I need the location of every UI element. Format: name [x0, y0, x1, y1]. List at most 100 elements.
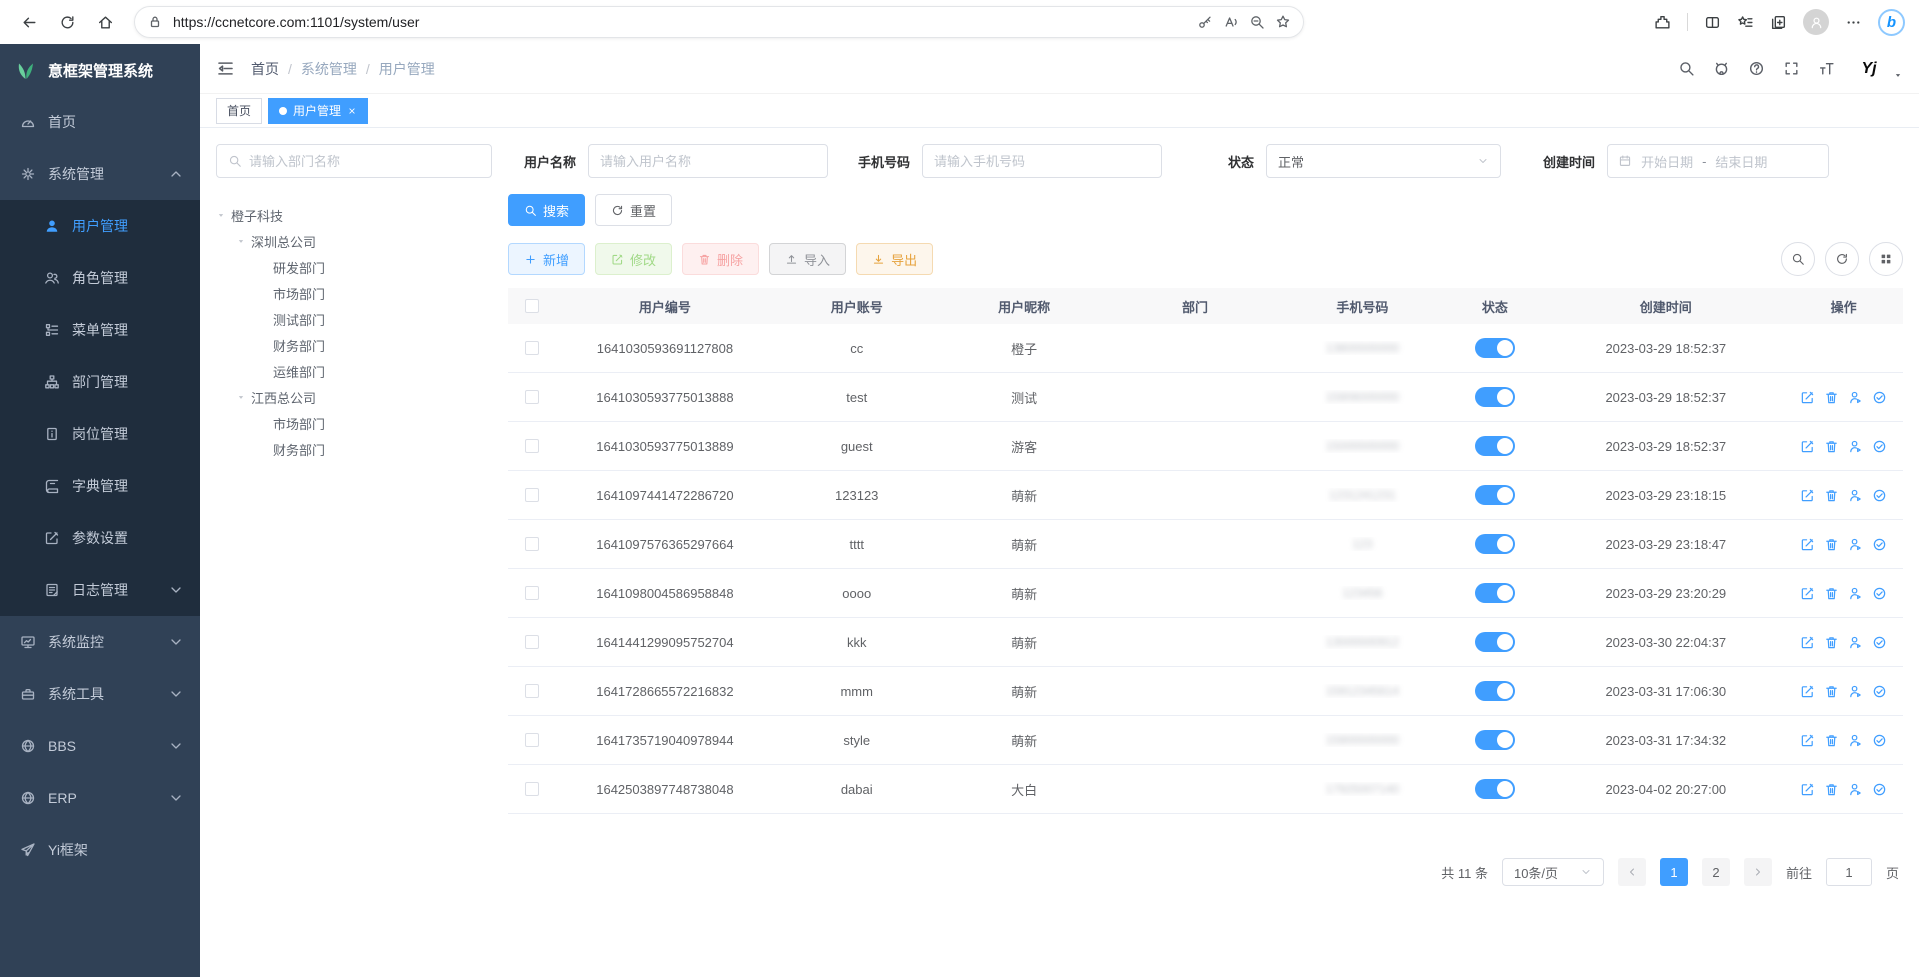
password-button[interactable] — [1197, 14, 1213, 30]
fullscreen-button[interactable] — [1783, 60, 1800, 77]
sidebar-item[interactable]: 首页 — [0, 96, 200, 148]
address-bar[interactable]: https://ccnetcore.com:1101/system/user — [134, 6, 1304, 38]
breadcrumb-item[interactable]: 用户管理 — [379, 59, 435, 79]
browser-menu-button[interactable] — [1845, 14, 1862, 31]
tree-expander-icon[interactable] — [216, 210, 226, 220]
sidebar-item[interactable]: 系统管理 — [0, 148, 200, 200]
tree-expander-icon[interactable] — [236, 392, 246, 402]
goto-page-input[interactable] — [1826, 858, 1872, 886]
row-checkbox[interactable] — [525, 782, 539, 796]
header-search-button[interactable] — [1678, 60, 1695, 77]
delete-row-button[interactable] — [1824, 488, 1839, 503]
breadcrumb-item[interactable]: 系统管理 — [301, 59, 357, 79]
select-all-checkbox[interactable] — [525, 299, 539, 313]
username-input[interactable] — [600, 154, 816, 169]
delete-row-button[interactable] — [1824, 439, 1839, 454]
edit-row-button[interactable] — [1800, 733, 1815, 748]
delete-row-button[interactable] — [1824, 537, 1839, 552]
row-checkbox[interactable] — [525, 488, 539, 502]
reset-button[interactable]: 重置 — [595, 194, 672, 226]
sidebar-item[interactable]: 参数设置 — [0, 512, 200, 564]
tree-node[interactable]: 财务部门 — [216, 436, 492, 462]
delete-row-button[interactable] — [1824, 782, 1839, 797]
status-toggle[interactable] — [1475, 387, 1515, 407]
status-select[interactable]: 正常 — [1266, 144, 1501, 178]
sidebar-item[interactable]: Yi框架 — [0, 824, 200, 876]
assign-role-button[interactable] — [1872, 439, 1887, 454]
assign-role-button[interactable] — [1872, 586, 1887, 601]
dept-search-input[interactable] — [249, 154, 480, 169]
tree-node[interactable]: 江西总公司 — [216, 384, 492, 410]
status-toggle[interactable] — [1475, 485, 1515, 505]
browser-back-button[interactable] — [14, 7, 44, 37]
row-checkbox[interactable] — [525, 733, 539, 747]
collections-button[interactable] — [1770, 14, 1787, 31]
assign-role-button[interactable] — [1872, 537, 1887, 552]
add-favorite-button[interactable] — [1275, 14, 1291, 30]
edit-row-button[interactable] — [1800, 439, 1815, 454]
row-checkbox[interactable] — [525, 635, 539, 649]
reset-password-button[interactable] — [1848, 390, 1863, 405]
edit-row-button[interactable] — [1800, 586, 1815, 601]
page-size-select[interactable]: 10条/页 — [1502, 858, 1604, 886]
edit-row-button[interactable] — [1800, 684, 1815, 699]
tree-expander-icon[interactable] — [236, 236, 246, 246]
sidebar-item[interactable]: BBS — [0, 720, 200, 772]
user-avatar[interactable]: Yj — [1853, 53, 1885, 85]
tree-node[interactable]: 市场部门 — [216, 280, 492, 306]
delete-button[interactable]: 删除 — [682, 243, 759, 275]
edit-row-button[interactable] — [1800, 390, 1815, 405]
show-search-button[interactable] — [1781, 242, 1815, 276]
delete-row-button[interactable] — [1824, 586, 1839, 601]
assign-role-button[interactable] — [1872, 684, 1887, 699]
tree-node[interactable]: 财务部门 — [216, 332, 492, 358]
edit-row-button[interactable] — [1800, 537, 1815, 552]
status-toggle[interactable] — [1475, 583, 1515, 603]
tree-node[interactable]: 运维部门 — [216, 358, 492, 384]
next-page-button[interactable] — [1744, 858, 1772, 886]
reset-password-button[interactable] — [1848, 586, 1863, 601]
reset-password-button[interactable] — [1848, 488, 1863, 503]
sidebar-item[interactable]: 字典管理 — [0, 460, 200, 512]
tab-用户管理[interactable]: 用户管理 — [268, 98, 368, 124]
zoom-out-button[interactable] — [1249, 14, 1265, 30]
refresh-table-button[interactable] — [1825, 242, 1859, 276]
assign-role-button[interactable] — [1872, 635, 1887, 650]
sidebar-item[interactable]: 菜单管理 — [0, 304, 200, 356]
status-toggle[interactable] — [1475, 436, 1515, 456]
sidebar-item[interactable]: 日志管理 — [0, 564, 200, 616]
help-button[interactable] — [1748, 60, 1765, 77]
tab-close-icon[interactable] — [347, 106, 357, 116]
reset-password-button[interactable] — [1848, 439, 1863, 454]
avatar-dropdown-caret-icon[interactable] — [1893, 70, 1903, 80]
status-toggle[interactable] — [1475, 730, 1515, 750]
sidebar-item[interactable]: ERP — [0, 772, 200, 824]
delete-row-button[interactable] — [1824, 635, 1839, 650]
date-range-picker[interactable]: 开始日期 - 结束日期 — [1607, 144, 1829, 178]
page-button-2[interactable]: 2 — [1702, 858, 1730, 886]
assign-role-button[interactable] — [1872, 782, 1887, 797]
row-checkbox[interactable] — [525, 390, 539, 404]
sidebar-item[interactable]: 部门管理 — [0, 356, 200, 408]
modify-button[interactable]: 修改 — [595, 243, 672, 275]
sidebar-item-active[interactable]: 用户管理 — [0, 200, 200, 252]
phone-input[interactable] — [934, 154, 1150, 169]
copilot-button[interactable]: b — [1878, 9, 1905, 36]
export-button[interactable]: 导出 — [856, 243, 933, 275]
prev-page-button[interactable] — [1618, 858, 1646, 886]
browser-refresh-button[interactable] — [52, 7, 82, 37]
row-checkbox[interactable] — [525, 586, 539, 600]
delete-row-button[interactable] — [1824, 733, 1839, 748]
github-button[interactable] — [1713, 60, 1730, 77]
import-button[interactable]: 导入 — [769, 243, 846, 275]
row-checkbox[interactable] — [525, 537, 539, 551]
assign-role-button[interactable] — [1872, 733, 1887, 748]
extensions-button[interactable] — [1654, 14, 1671, 31]
reset-password-button[interactable] — [1848, 635, 1863, 650]
page-button-1[interactable]: 1 — [1660, 858, 1688, 886]
edit-row-button[interactable] — [1800, 635, 1815, 650]
add-button[interactable]: 新增 — [508, 243, 585, 275]
browser-profile-avatar[interactable] — [1803, 9, 1829, 35]
edit-row-button[interactable] — [1800, 782, 1815, 797]
sidebar-item[interactable]: 岗位管理 — [0, 408, 200, 460]
